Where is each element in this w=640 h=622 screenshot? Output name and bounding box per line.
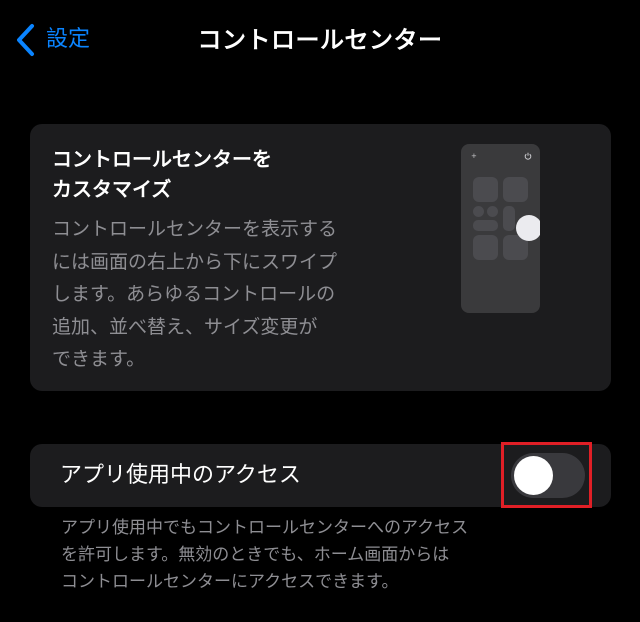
access-within-apps-row: アプリ使用中のアクセス [30,444,611,507]
access-within-apps-toggle[interactable] [511,453,585,498]
footer-note-line: アプリ使用中でもコントロールセンターへのアクセス [61,518,469,538]
customize-info-card: コントロールセンターを カスタマイズ コントロールセンターを表示する には画面の… [30,124,611,391]
toggle-knob [514,456,553,495]
info-card-description-line: コントロールセンターを表示する [52,218,338,240]
illustration-tile [473,177,498,202]
access-footer-note: アプリ使用中でもコントロールセンターへのアクセス を許可します。無効のときでも、… [61,515,581,596]
footer-note-line: コントロールセンターにアクセスできます。 [61,572,399,592]
control-center-illustration: + [461,144,540,313]
info-card-description-line: します。あらゆるコントロールの [52,283,336,305]
illustration-tile [473,220,498,231]
navigation-bar: 設定 コントロールセンター [0,0,640,84]
illustration-tile [503,177,528,202]
illustration-tile [473,206,484,217]
page-title: コントロールセンター [197,26,443,54]
plus-icon: + [471,152,477,160]
illustration-swipe-indicator [516,215,540,241]
access-within-apps-label: アプリ使用中のアクセス [60,463,301,488]
illustration-tile [473,235,498,260]
info-card-title-line: コントロールセンターを [52,147,272,171]
info-card-description-line: には画面の右上から下にスワイプ [52,250,338,273]
illustration-tile [487,206,498,217]
illustration-tile [503,206,515,231]
info-card-title: コントロールセンターを カスタマイズ [52,144,352,204]
footer-note-line: を許可します。無効のときでも、ホーム画面からは [61,545,450,565]
power-icon [524,152,532,160]
info-card-title-line: カスタマイズ [52,177,172,201]
info-card-description-line: できます。 [52,348,146,370]
info-card-description-line: 追加、並べ替え、サイズ変更が [52,315,318,338]
info-card-description: コントロールセンターを表示する には画面の右上から下にスワイプ します。あらゆる… [52,213,402,376]
